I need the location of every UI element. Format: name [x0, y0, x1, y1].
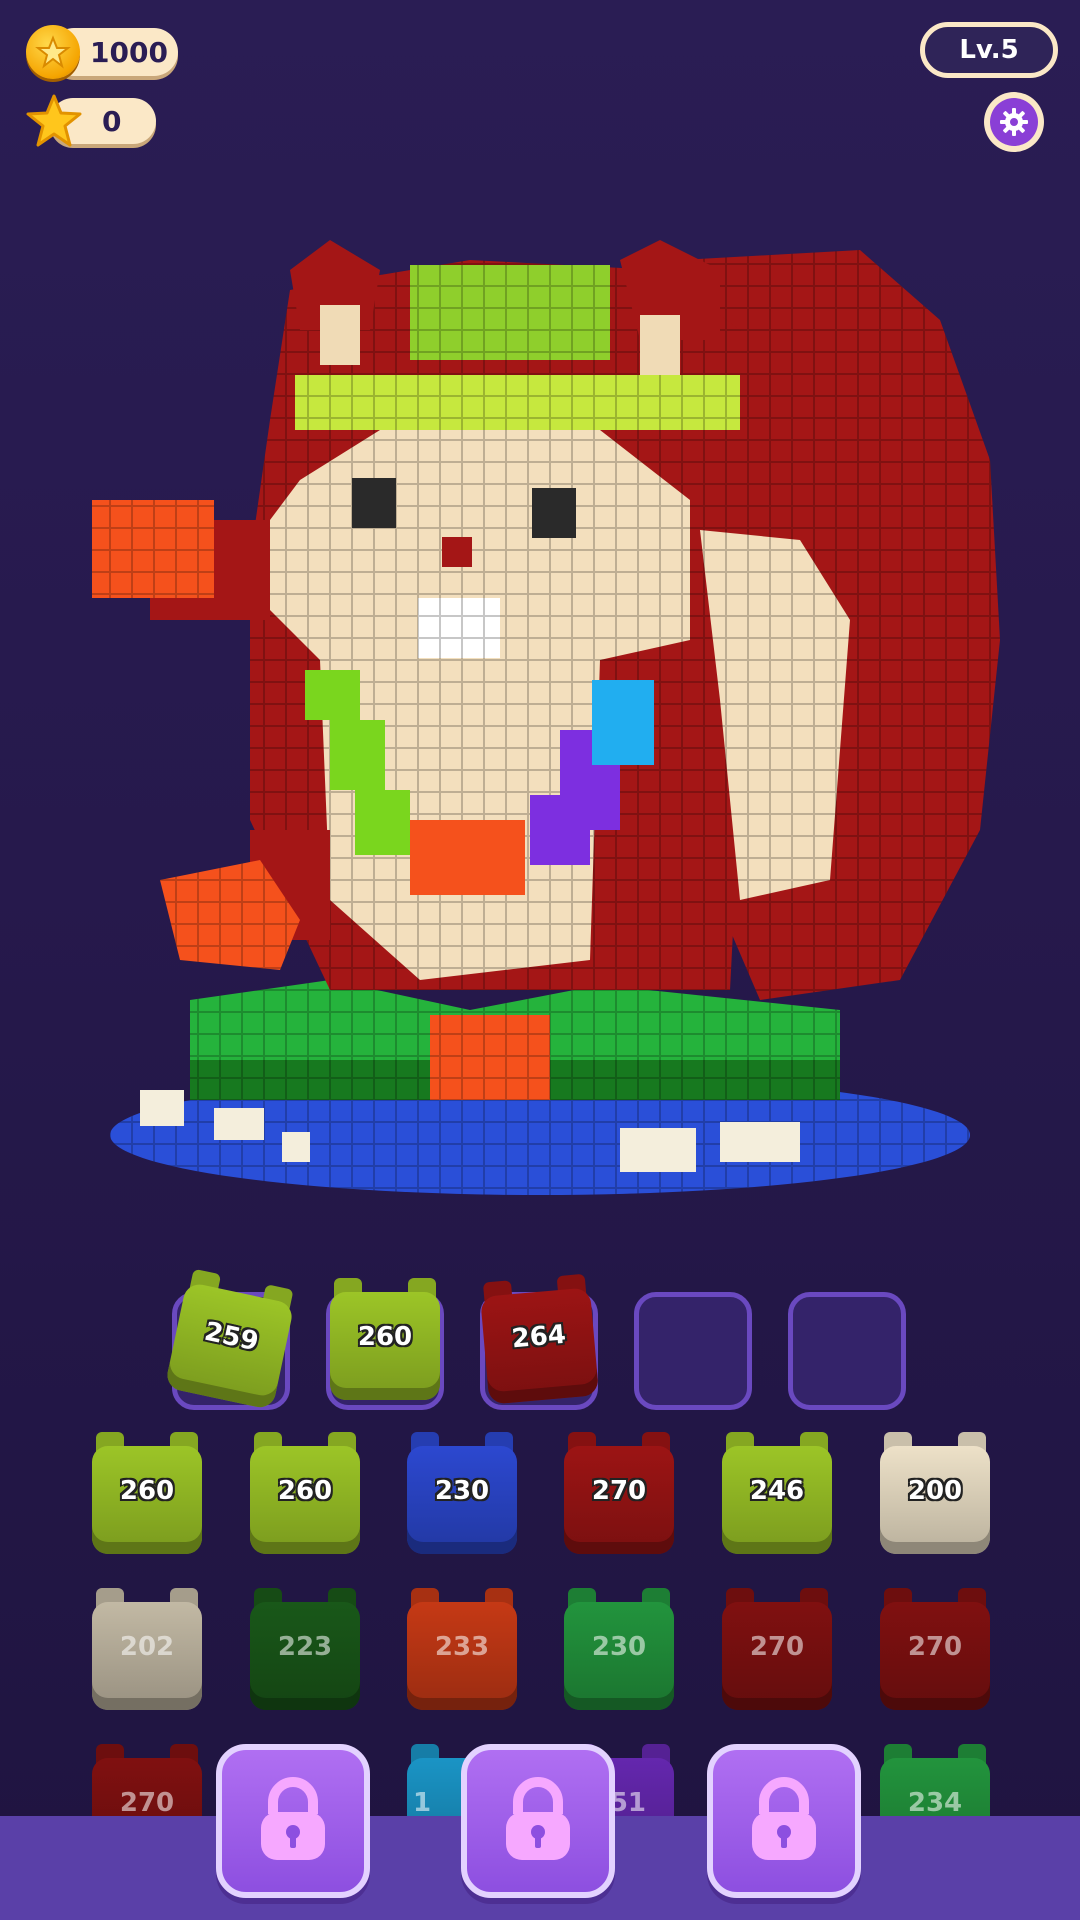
tray-slot-4[interactable]: [634, 1292, 752, 1410]
padlock-icon: [752, 1777, 816, 1860]
block-label: 234: [907, 1788, 963, 1818]
padlock-icon: [261, 1777, 325, 1860]
grid-block[interactable]: 270: [722, 1588, 832, 1710]
block-label: 200: [907, 1476, 963, 1506]
grid-block[interactable]: 202: [92, 1588, 202, 1710]
voxel-squirrel-model: [92, 240, 1000, 1195]
tray-block[interactable]: 260: [330, 1278, 440, 1400]
locked-slot-button-3[interactable]: [707, 1744, 861, 1898]
grid-block[interactable]: 223: [250, 1588, 360, 1710]
block-label: 270: [119, 1788, 175, 1818]
grid-block[interactable]: 260: [92, 1432, 202, 1554]
block-label: 260: [119, 1476, 175, 1506]
block-label: 230: [591, 1632, 647, 1662]
block-label: 270: [749, 1632, 805, 1662]
block-label: 223: [277, 1632, 333, 1662]
tray-block[interactable]: 264: [479, 1273, 600, 1405]
block-label: 230: [434, 1476, 490, 1506]
grid-block[interactable]: 246: [722, 1432, 832, 1554]
block-label: 233: [434, 1632, 490, 1662]
locked-slot-button-1[interactable]: [216, 1744, 370, 1898]
tray-slot-5[interactable]: [788, 1292, 906, 1410]
locked-slot-button-2[interactable]: [461, 1744, 615, 1898]
block-label: 260: [357, 1322, 413, 1352]
block-label: 260: [277, 1476, 333, 1506]
grid-block[interactable]: 260: [250, 1432, 360, 1554]
grid-block[interactable]: 200: [880, 1432, 990, 1554]
block-label: 270: [907, 1632, 963, 1662]
block-label: 270: [591, 1476, 647, 1506]
grid-block[interactable]: 233: [407, 1588, 517, 1710]
block-label: 246: [749, 1476, 805, 1506]
grid-block[interactable]: 270: [880, 1588, 990, 1710]
grid-block[interactable]: 230: [407, 1432, 517, 1554]
grid-block[interactable]: 270: [564, 1432, 674, 1554]
grid-block[interactable]: 230: [564, 1588, 674, 1710]
block-label: 202: [119, 1632, 175, 1662]
padlock-icon: [506, 1777, 570, 1860]
